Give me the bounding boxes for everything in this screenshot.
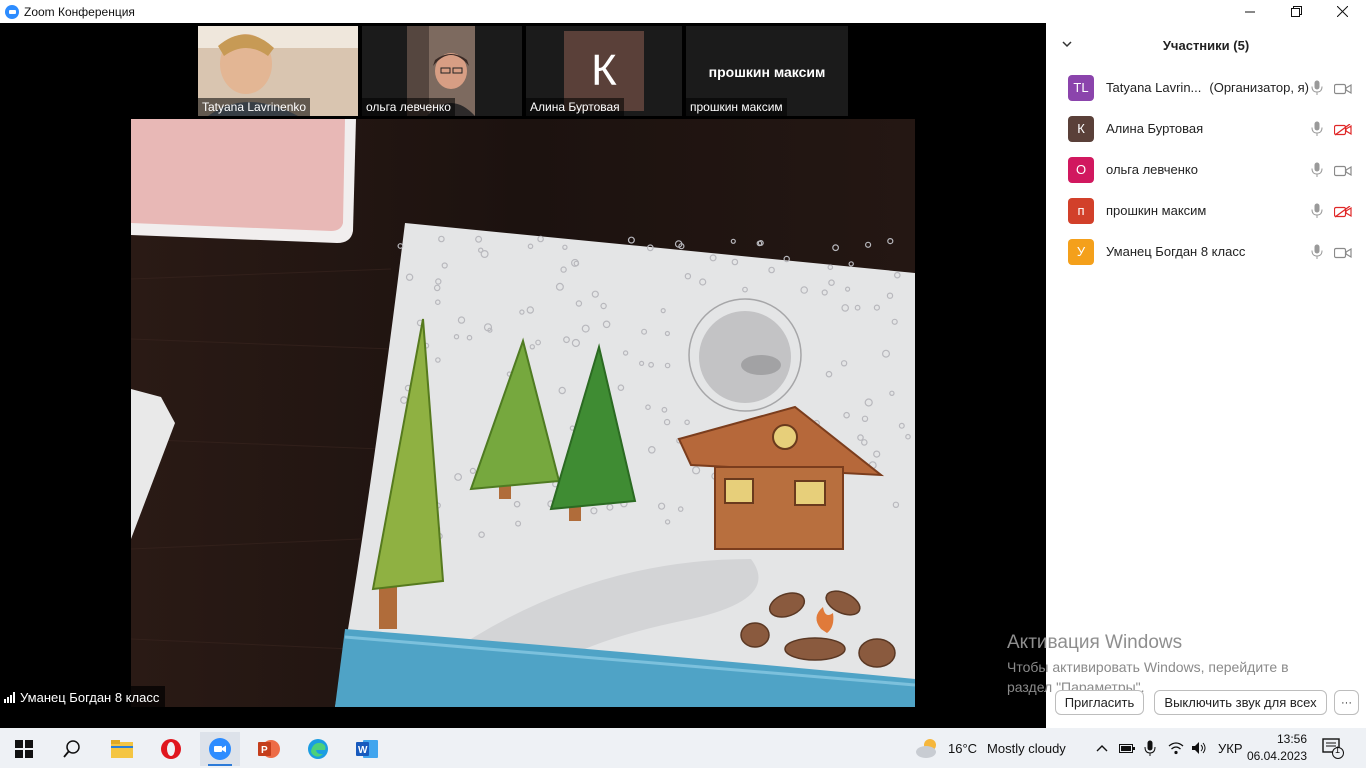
microphone-icon[interactable] <box>1311 121 1323 141</box>
volume-tray-icon[interactable] <box>1191 728 1207 768</box>
chevron-down-icon[interactable] <box>1062 37 1072 51</box>
participant-name: Алина Буртовая <box>1106 121 1204 136</box>
video-camera-icon[interactable] <box>1333 164 1352 182</box>
window-titlebar: Zoom Конференция <box>0 0 1366 23</box>
thumbnail-name: Алина Буртовая <box>526 98 624 116</box>
restore-icon <box>1290 6 1302 17</box>
microphone-icon[interactable] <box>1311 162 1323 182</box>
language-indicator[interactable]: УКР <box>1218 728 1243 768</box>
weather-description: Mostly cloudy <box>987 740 1066 756</box>
edge-icon <box>308 739 328 759</box>
participant-row[interactable]: У Уманец Богдан 8 класс <box>1046 231 1366 272</box>
start-icon <box>15 740 33 758</box>
weather-temperature: 16°C <box>948 740 978 756</box>
participants-panel: Участники (5) TL Tatyana Lavrin... (Органи… <box>1046 23 1366 728</box>
opera-icon <box>161 739 181 759</box>
notification-count: 1 <box>1335 745 1341 755</box>
search-icon <box>63 740 80 758</box>
minimize-button[interactable] <box>1227 0 1273 23</box>
start-button[interactable] <box>4 732 44 766</box>
participant-name: Уманец Богдан 8 класс <box>1106 244 1246 259</box>
opera-button[interactable] <box>151 732 191 766</box>
search-button[interactable] <box>52 732 92 766</box>
drawing-video-frame <box>131 119 915 707</box>
video-thumbnail[interactable]: ольга левченко <box>362 26 522 116</box>
window-title: Zoom Конференция <box>24 4 135 19</box>
zoom-icon <box>209 738 231 760</box>
battery-icon <box>1119 744 1135 753</box>
file-explorer-icon <box>111 740 133 758</box>
video-camera-icon[interactable] <box>1333 82 1352 100</box>
close-button[interactable] <box>1319 0 1365 23</box>
participant-display-name: прошкин максим <box>708 64 826 80</box>
notifications-button[interactable]: 1 <box>1322 728 1344 768</box>
clock-date: 06.04.2023 <box>1246 749 1307 763</box>
word-icon: W <box>356 740 378 758</box>
wifi-icon <box>1168 742 1184 755</box>
avatar: п <box>1068 197 1094 224</box>
powerpoint-icon: P <box>258 740 280 758</box>
participant-name: прошкин максим <box>1106 203 1207 218</box>
thumbnail-name: ольга левченко <box>362 98 455 116</box>
edge-button[interactable] <box>298 732 338 766</box>
participant-row[interactable]: К Алина Буртовая <box>1046 108 1366 149</box>
video-off-icon[interactable] <box>1333 123 1352 141</box>
participant-row[interactable]: п прошкин максим <box>1046 190 1366 231</box>
svg-text:W: W <box>358 745 368 756</box>
active-speaker-label: Уманец Богдан 8 класс <box>0 686 166 708</box>
video-camera-icon[interactable] <box>1333 246 1352 264</box>
participant-name: ольга левченко <box>1106 162 1198 177</box>
show-hidden-icons-button[interactable] <box>1096 728 1108 768</box>
avatar: TL <box>1068 74 1094 101</box>
participant-role: (Организатор, я) <box>1209 80 1309 95</box>
video-thumbnail[interactable]: Tatyana Lavrinenko <box>198 26 358 116</box>
invite-button[interactable]: Пригласить <box>1055 690 1144 715</box>
zoom-app-icon <box>5 4 19 19</box>
windows-taskbar: P W 16°C Mostly cloudy УКР 13:56 06.04.2… <box>0 728 1366 768</box>
battery-tray-icon[interactable] <box>1119 728 1135 768</box>
chevron-up-icon <box>1096 745 1108 752</box>
file-explorer-button[interactable] <box>102 732 142 766</box>
participant-name: Tatyana Lavrin... <box>1106 80 1202 95</box>
microphone-icon[interactable] <box>1311 203 1323 223</box>
more-options-button[interactable]: ··· <box>1334 690 1359 715</box>
network-tray-icon[interactable] <box>1168 728 1184 768</box>
microphone-icon[interactable] <box>1311 244 1323 264</box>
avatar: К <box>1068 115 1094 142</box>
main-video[interactable] <box>131 119 915 707</box>
clock[interactable]: 13:56 06.04.2023 <box>1247 728 1307 768</box>
maximize-button[interactable] <box>1273 0 1319 23</box>
microphone-icon[interactable] <box>1311 80 1323 100</box>
notification-icon <box>1322 738 1344 759</box>
zoom-button[interactable] <box>200 732 240 766</box>
panel-header: Участники (5) <box>1046 23 1366 67</box>
word-button[interactable]: W <box>347 732 387 766</box>
microphone-tray-icon[interactable] <box>1144 728 1156 768</box>
participant-row[interactable]: TL Tatyana Lavrin... (Организатор, я) <box>1046 67 1366 108</box>
weather-cloud-sun-icon <box>916 739 936 758</box>
active-speaker-name: Уманец Богдан 8 класс <box>20 689 160 705</box>
video-thumbnail[interactable]: прошкин максим прошкин максим <box>686 26 848 116</box>
participant-row[interactable]: Оольга левченко <box>1046 149 1366 190</box>
speaker-icon <box>1192 742 1206 754</box>
video-off-icon[interactable] <box>1333 205 1352 223</box>
weather-widget[interactable]: 16°C Mostly cloudy <box>914 728 1066 768</box>
thumbnail-name: Tatyana Lavrinenko <box>198 98 311 116</box>
video-thumbnail[interactable]: К Алина Буртовая <box>526 26 682 116</box>
video-area[interactable]: Tatyana Lavrinenko ольга левченко К Алин… <box>0 23 1046 728</box>
avatar: У <box>1068 238 1094 265</box>
powerpoint-button[interactable]: P <box>249 732 289 766</box>
avatar: О <box>1068 156 1094 183</box>
thumbnail-name: прошкин максим <box>686 98 787 116</box>
signal-strength-icon <box>4 691 15 703</box>
panel-title: Участники (5) <box>1162 37 1250 53</box>
svg-text:P: P <box>261 745 268 756</box>
clock-time: 13:56 <box>1276 732 1307 746</box>
participants-list: TL Tatyana Lavrin... (Организатор, я) К Алин… <box>1046 67 1366 272</box>
microphone-icon <box>1144 740 1156 756</box>
close-icon <box>1336 6 1348 17</box>
minimize-icon <box>1245 11 1255 12</box>
mute-all-button[interactable]: Выключить звук для всех <box>1154 690 1327 715</box>
